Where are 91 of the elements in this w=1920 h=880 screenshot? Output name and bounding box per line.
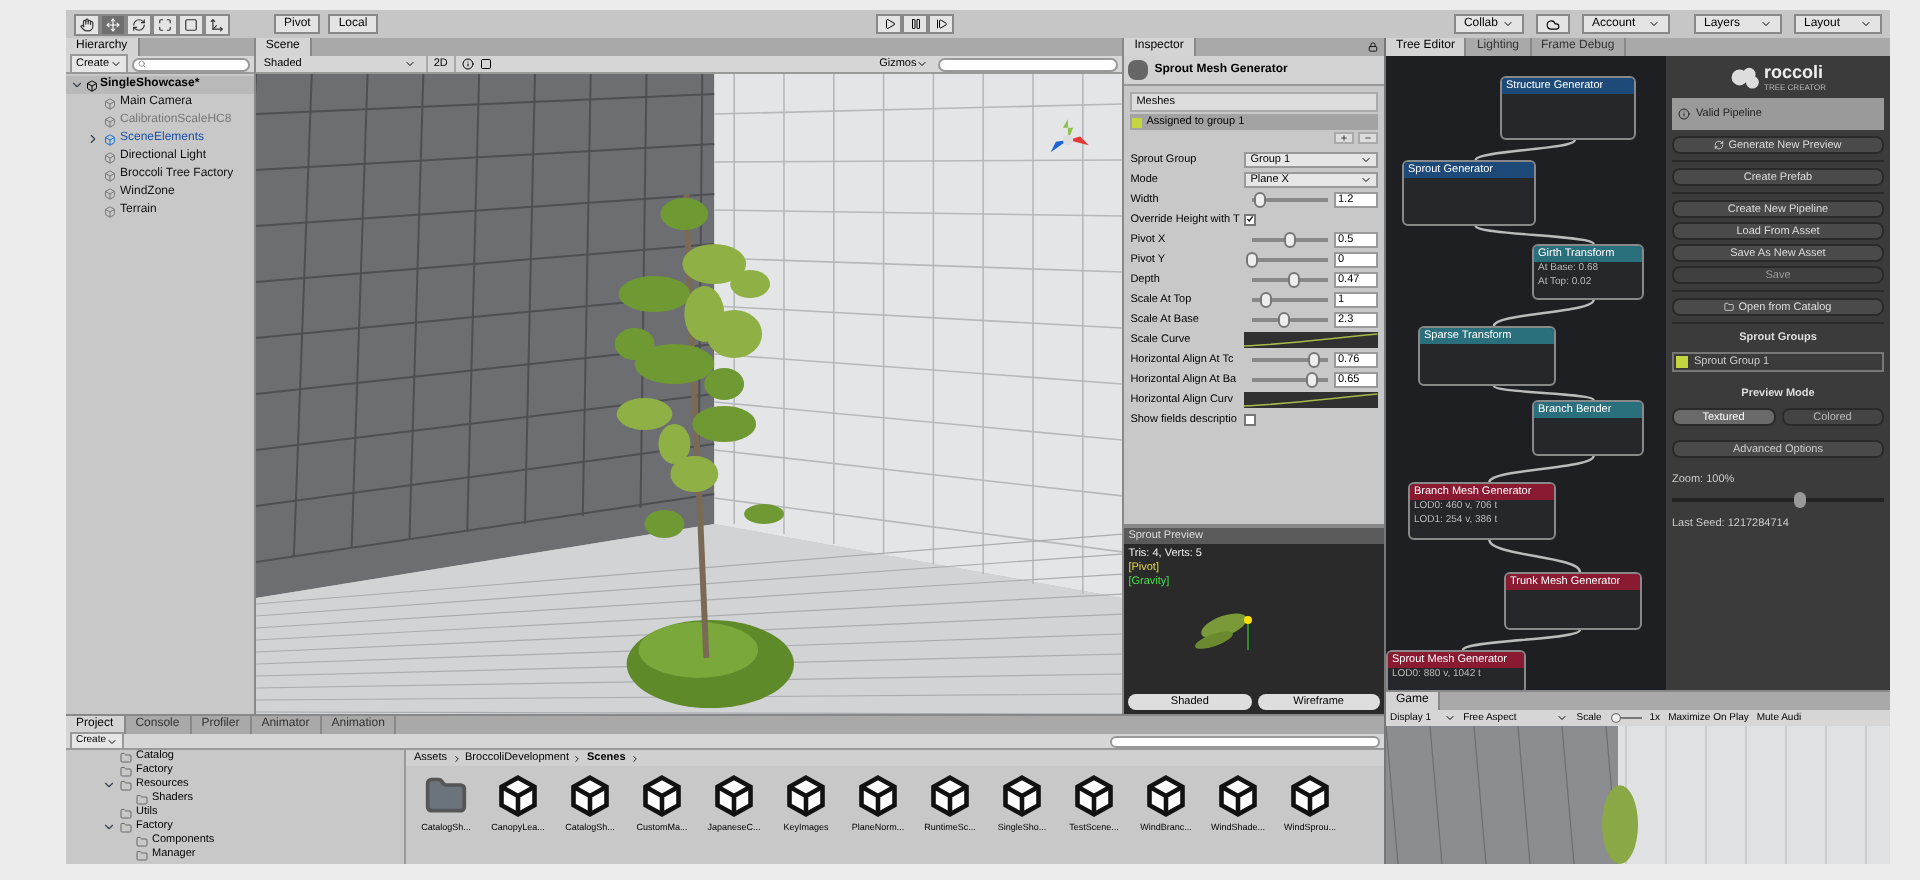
scene-asset-icon <box>712 774 756 818</box>
slider-thumb[interactable] <box>1278 311 1291 327</box>
add-button[interactable] <box>1334 132 1354 144</box>
slider-thumb[interactable] <box>1305 371 1318 387</box>
logo-name: roccoli <box>1764 64 1826 82</box>
connector-line <box>1492 299 1595 327</box>
caret-icon <box>1647 18 1660 30</box>
tool-button[interactable] <box>100 13 126 35</box>
caret-icon <box>1759 18 1772 30</box>
tool-button[interactable] <box>126 13 152 35</box>
slider-thumb[interactable] <box>1793 492 1806 508</box>
connector-line <box>1474 225 1595 245</box>
curve-preview-drawing[interactable] <box>1244 331 1378 347</box>
connector-line <box>1474 139 1576 161</box>
tool-button[interactable] <box>152 13 178 35</box>
folder-icon <box>136 793 148 805</box>
checkbox[interactable] <box>1244 413 1257 425</box>
slider-thumb[interactable] <box>1246 251 1259 267</box>
logo-icon <box>1730 65 1763 91</box>
script-icon <box>1128 60 1149 80</box>
scene-asset-icon <box>784 774 828 818</box>
caret-icon <box>106 735 119 747</box>
slider-thumb[interactable] <box>1260 291 1272 307</box>
chevron-icon <box>451 753 462 763</box>
move-tool-icon <box>106 17 120 31</box>
pause-icon <box>909 18 922 30</box>
scene-asset-icon <box>640 774 684 818</box>
plus-icon <box>1340 134 1348 142</box>
scene-asset-icon <box>568 774 612 818</box>
checkbox[interactable] <box>1244 213 1257 225</box>
lock-icon[interactable] <box>1368 42 1378 52</box>
game-object-icon <box>104 169 116 181</box>
scene-asset-icon <box>496 774 540 818</box>
game-object-icon <box>104 151 116 163</box>
tool-button[interactable] <box>74 13 100 35</box>
play-button[interactable] <box>876 14 903 34</box>
play-icon <box>883 18 896 30</box>
cloud-button[interactable] <box>1535 14 1570 34</box>
search-field[interactable] <box>131 57 250 71</box>
connector-line <box>1493 385 1595 401</box>
connector-line <box>1462 629 1581 651</box>
caret-icon <box>109 58 122 70</box>
tool-button[interactable] <box>178 13 204 35</box>
caret-icon <box>1501 18 1514 30</box>
caret-icon <box>916 58 929 70</box>
tool-button[interactable] <box>204 13 230 35</box>
folder-icon <box>1724 302 1735 312</box>
scene-asset-icon <box>856 774 900 818</box>
search-field[interactable] <box>938 57 1119 71</box>
scene-asset-icon <box>1144 774 1188 818</box>
slider-thumb[interactable] <box>1284 231 1297 247</box>
info-icon <box>1678 108 1690 120</box>
caret-icon <box>1556 712 1569 724</box>
scene-asset-icon <box>1288 774 1332 818</box>
chevron-icon <box>572 753 583 763</box>
scene-asset-icon <box>1072 774 1116 818</box>
scene-icon <box>86 79 98 91</box>
minus-icon <box>1364 134 1372 142</box>
game-object-icon <box>104 205 116 217</box>
hand-tool-icon <box>80 17 94 31</box>
slider-thumb[interactable] <box>1287 271 1300 287</box>
refresh-icon <box>1714 140 1725 150</box>
game-object-icon <box>104 115 116 127</box>
transform-tool-icon <box>210 17 224 31</box>
step-button[interactable] <box>928 14 955 34</box>
caret-icon <box>1859 18 1872 30</box>
game-object-icon <box>104 187 116 199</box>
curve-preview-drawing[interactable] <box>1244 391 1378 407</box>
remove-button[interactable] <box>1358 132 1378 144</box>
cloud-icon <box>1545 17 1560 31</box>
game-object-icon <box>104 133 116 145</box>
step-icon <box>935 18 948 30</box>
caret-icon <box>1443 712 1456 724</box>
slider-thumb[interactable] <box>1308 351 1321 367</box>
rotate-tool-icon <box>132 17 146 31</box>
scale-tool-icon <box>158 17 172 31</box>
scale-slider-icon[interactable] <box>1609 712 1642 724</box>
scene-asset-icon <box>928 774 972 818</box>
connector-line <box>1488 455 1595 483</box>
rect-tool-icon <box>184 17 198 31</box>
game-object-icon <box>104 97 116 109</box>
scene-asset-icon <box>1000 774 1044 818</box>
search-icon <box>137 60 146 68</box>
scene-asset-icon <box>1216 774 1260 818</box>
pause-button[interactable] <box>902 14 929 34</box>
chevron-icon <box>629 753 640 763</box>
slider-thumb[interactable] <box>1253 191 1266 207</box>
folder-icon <box>424 774 468 818</box>
search-field[interactable] <box>1110 735 1380 747</box>
connector-line <box>1488 539 1581 573</box>
caret-icon <box>403 58 416 70</box>
